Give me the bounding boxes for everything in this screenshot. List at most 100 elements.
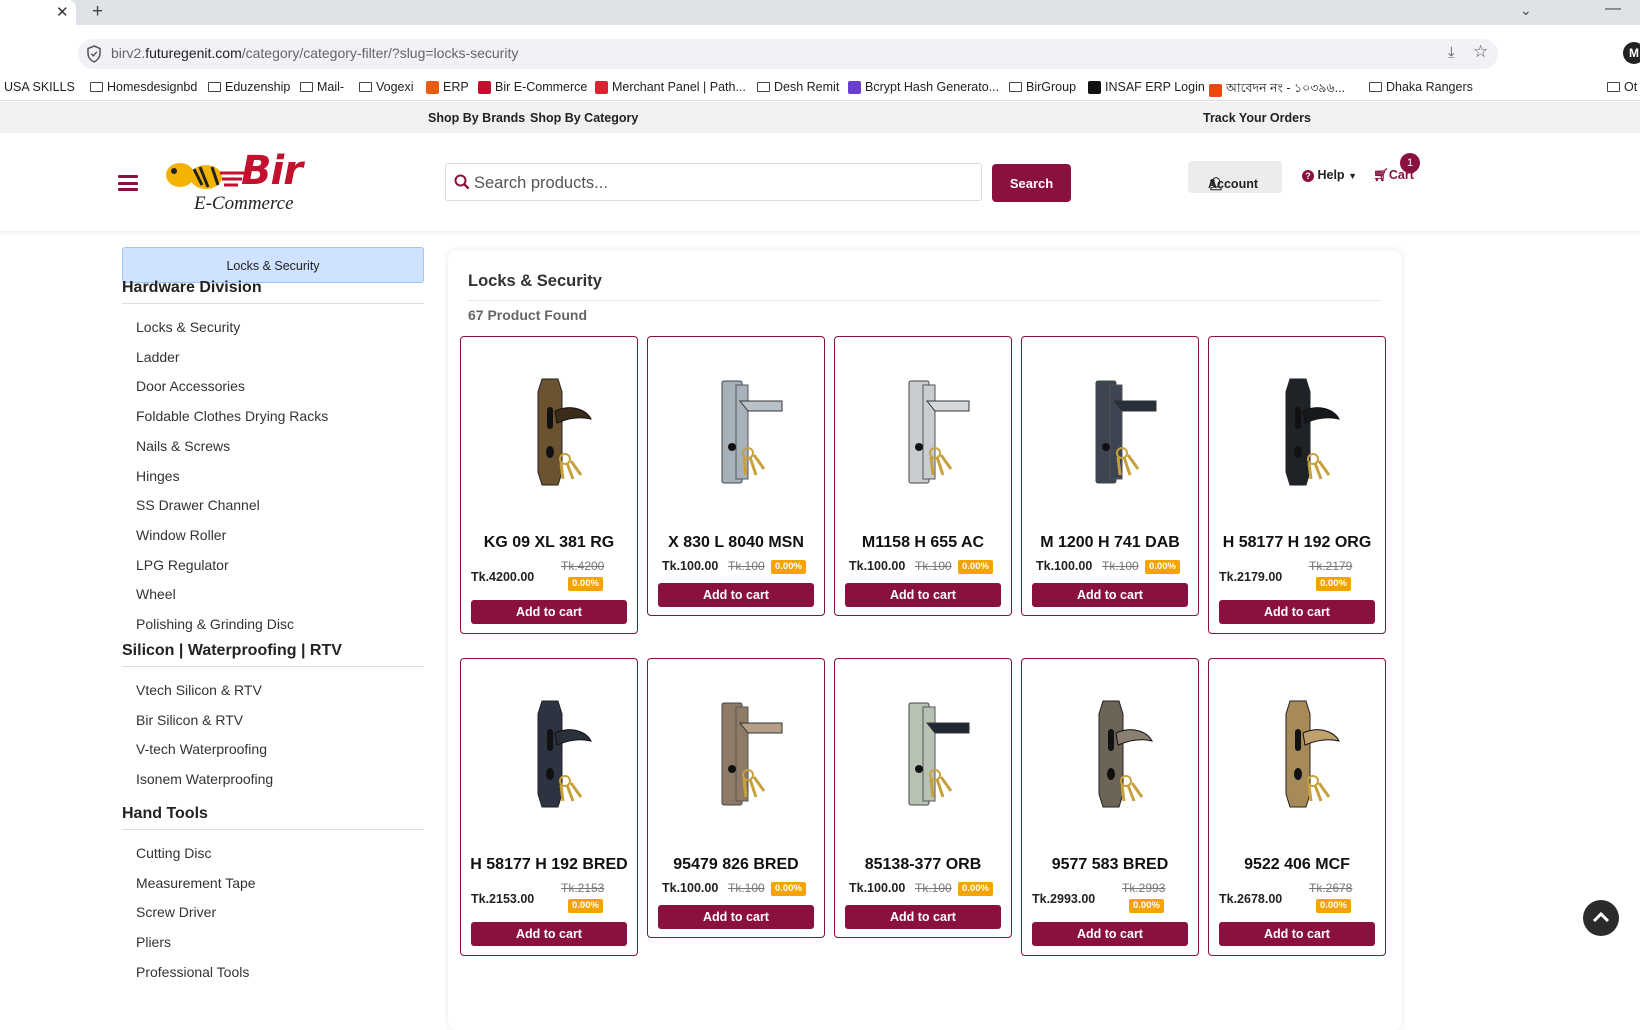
sidebar-item[interactable]: Vtech Silicon & RTV: [136, 682, 262, 698]
add-to-cart-button[interactable]: Add to cart: [845, 905, 1001, 929]
sidebar-item[interactable]: Locks & Security: [136, 319, 240, 335]
lock-product-image[interactable]: [869, 689, 979, 819]
favicon-icon: [478, 80, 491, 94]
add-to-cart-button[interactable]: Add to cart: [1219, 600, 1375, 624]
star-icon[interactable]: ☆: [1473, 42, 1488, 62]
product-name[interactable]: 85138-377 ORB: [839, 856, 1007, 874]
bookmark-item[interactable]: Eduzenship: [208, 80, 290, 94]
bookmark-item[interactable]: আবেদন নং - ১০৩৯৬...: [1209, 80, 1345, 100]
add-to-cart-button[interactable]: Add to cart: [1219, 922, 1375, 946]
product-card[interactable]: H 58177 H 192 ORG Tk.2179.00 Tk.2179 0.00% A…: [1208, 336, 1386, 634]
minimize-icon[interactable]: —: [1605, 0, 1621, 18]
browser-tab[interactable]: ✕: [0, 0, 76, 25]
product-card[interactable]: 9522 406 MCF Tk.2678.00 Tk.2678 0.00% Add to…: [1208, 658, 1386, 956]
sidebar-item[interactable]: Measurement Tape: [136, 875, 256, 891]
product-name[interactable]: 95479 826 BRED: [652, 856, 820, 874]
chevron-down-icon[interactable]: ⌄: [1520, 2, 1532, 19]
sidebar-item[interactable]: Wheel: [136, 586, 176, 602]
add-to-cart-button[interactable]: Add to cart: [1032, 583, 1188, 607]
lock-product-image[interactable]: [1056, 367, 1166, 497]
add-to-cart-button[interactable]: Add to cart: [658, 583, 814, 607]
product-name[interactable]: H 58177 H 192 ORG: [1213, 534, 1381, 552]
product-card[interactable]: M1158 H 655 AC Tk.100.00 Tk.100 0.00% Add to…: [834, 336, 1012, 616]
account-dropdown[interactable]: 👤︎ Account ▼: [1188, 161, 1282, 193]
search-input[interactable]: [474, 171, 974, 195]
profile-avatar[interactable]: M: [1623, 42, 1640, 64]
sidebar-item[interactable]: Polishing & Grinding Disc: [136, 616, 294, 632]
lock-product-image[interactable]: [495, 689, 605, 819]
add-to-cart-button[interactable]: Add to cart: [658, 905, 814, 929]
bookmark-item[interactable]: USA SKILLS: [4, 80, 75, 94]
sidebar-item[interactable]: Bir Silicon & RTV: [136, 712, 243, 728]
product-name[interactable]: M 1200 H 741 DAB: [1026, 534, 1194, 552]
bookmark-item[interactable]: Dhaka Rangers: [1369, 80, 1473, 94]
bookmark-label: INSAF ERP Login: [1105, 80, 1205, 94]
sidebar-item[interactable]: Door Accessories: [136, 378, 245, 394]
lock-product-image[interactable]: [495, 367, 605, 497]
sidebar-item[interactable]: Cutting Disc: [136, 845, 211, 861]
site-logo[interactable]: Bir E-Commerce: [158, 148, 343, 214]
product-name[interactable]: M1158 H 655 AC: [839, 534, 1007, 552]
sidebar-item[interactable]: Pliers: [136, 934, 171, 950]
track-orders-link[interactable]: Track Your Orders: [1203, 111, 1311, 125]
question-icon: ?: [1302, 170, 1314, 182]
bookmark-item[interactable]: Homesdesignbd: [90, 80, 197, 94]
active-category-crumb[interactable]: Locks & Security: [122, 247, 424, 283]
search-button[interactable]: Search: [992, 164, 1071, 202]
sidebar-item[interactable]: Screw Driver: [136, 904, 216, 920]
sidebar-item[interactable]: Professional Tools: [136, 964, 249, 980]
help-dropdown[interactable]: ? Help ▼: [1302, 168, 1357, 182]
product-card[interactable]: H 58177 H 192 BRED Tk.2153.00 Tk.2153 0.00%…: [460, 658, 638, 956]
shop-by-brands-link[interactable]: Shop By Brands: [428, 111, 525, 125]
lock-product-image[interactable]: [1056, 689, 1166, 819]
bookmark-item[interactable]: Bcrypt Hash Generato...: [848, 80, 999, 94]
lock-product-image[interactable]: [869, 367, 979, 497]
add-to-cart-button[interactable]: Add to cart: [471, 922, 627, 946]
sidebar-item[interactable]: Window Roller: [136, 527, 226, 543]
close-tab-icon[interactable]: ✕: [56, 3, 69, 21]
sidebar-item[interactable]: LPG Regulator: [136, 557, 229, 573]
product-name[interactable]: 9577 583 BRED: [1026, 856, 1194, 874]
sidebar-item[interactable]: V-tech Waterproofing: [136, 741, 267, 757]
bookmark-item[interactable]: INSAF ERP Login: [1088, 80, 1205, 94]
bookmark-label: Bcrypt Hash Generato...: [865, 80, 1000, 94]
bookmark-item[interactable]: Vogexi: [359, 80, 414, 94]
bookmark-item[interactable]: Bir E-Commerce: [478, 80, 587, 94]
sidebar-item[interactable]: Isonem Waterproofing: [136, 771, 273, 787]
lock-product-image[interactable]: [682, 689, 792, 819]
address-bar[interactable]: birv2.futuregenit.com/category/category-…: [78, 39, 1498, 69]
product-card[interactable]: 9577 583 BRED Tk.2993.00 Tk.2993 0.00% Add t…: [1021, 658, 1199, 956]
bookmark-label: Ot: [1624, 80, 1638, 94]
sidebar-item[interactable]: Nails & Screws: [136, 438, 230, 454]
bookmark-item[interactable]: Desh Remit: [757, 80, 839, 94]
sidebar-item[interactable]: Hinges: [136, 468, 180, 484]
sidebar-item[interactable]: SS Drawer Channel: [136, 497, 260, 513]
sidebar-item[interactable]: Ladder: [136, 349, 180, 365]
bookmark-item[interactable]: ERP: [426, 80, 469, 94]
product-card[interactable]: KG 09 XL 381 RG Tk.4200.00 Tk.4200 0.00% Add…: [460, 336, 638, 634]
product-name[interactable]: X 830 L 8040 MSN: [652, 534, 820, 552]
new-tab-icon[interactable]: +: [92, 1, 103, 23]
scroll-to-top-button[interactable]: [1583, 900, 1619, 936]
add-to-cart-button[interactable]: Add to cart: [845, 583, 1001, 607]
add-to-cart-button[interactable]: Add to cart: [471, 600, 627, 624]
product-card[interactable]: M 1200 H 741 DAB Tk.100.00 Tk.100 0.00% Add …: [1021, 336, 1199, 616]
bookmark-item[interactable]: Ot: [1607, 80, 1637, 94]
product-name[interactable]: 9522 406 MCF: [1213, 856, 1381, 874]
add-to-cart-button[interactable]: Add to cart: [1032, 922, 1188, 946]
lock-product-image[interactable]: [1243, 689, 1353, 819]
lock-product-image[interactable]: [682, 367, 792, 497]
lock-product-image[interactable]: [1243, 367, 1353, 497]
product-card[interactable]: X 830 L 8040 MSN Tk.100.00 Tk.100 0.00% Add …: [647, 336, 825, 616]
download-icon[interactable]: ⤓: [1448, 44, 1455, 61]
shop-by-category-link[interactable]: Shop By Category: [530, 111, 638, 125]
product-name[interactable]: H 58177 H 192 BRED: [465, 856, 633, 874]
product-name[interactable]: KG 09 XL 381 RG: [465, 534, 633, 552]
hamburger-menu-icon[interactable]: [118, 175, 138, 191]
bookmark-item[interactable]: Merchant Panel | Path...: [595, 80, 746, 94]
product-card[interactable]: 85138-377 ORB Tk.100.00 Tk.100 0.00% Add to …: [834, 658, 1012, 938]
bookmark-item[interactable]: BirGroup: [1009, 80, 1076, 94]
bookmark-item[interactable]: Mail-: [300, 80, 344, 94]
sidebar-item[interactable]: Foldable Clothes Drying Racks: [136, 408, 328, 424]
product-card[interactable]: 95479 826 BRED Tk.100.00 Tk.100 0.00% Add to…: [647, 658, 825, 938]
